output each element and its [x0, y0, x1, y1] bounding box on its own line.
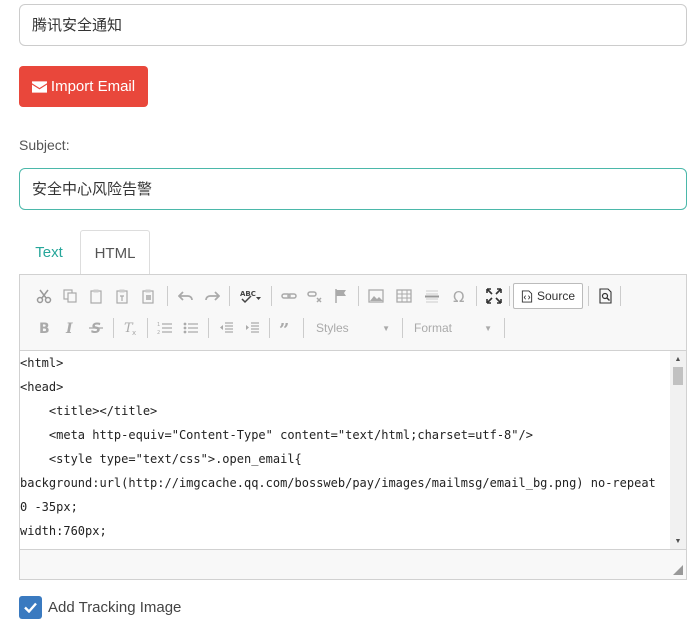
toolbar-row-1: ABC Ω Source	[20, 280, 686, 312]
envelope-icon	[31, 80, 47, 93]
resize-grip-icon[interactable]	[673, 565, 683, 575]
source-icon	[521, 289, 533, 303]
svg-text:B: B	[39, 321, 50, 336]
styles-label: Styles	[316, 321, 349, 335]
svg-text:”: ”	[279, 320, 289, 336]
paste-icon[interactable]	[84, 284, 108, 308]
svg-text:ABC: ABC	[240, 290, 256, 298]
preview-icon[interactable]	[594, 284, 618, 308]
styles-dropdown[interactable]: Styles ▼	[308, 317, 396, 339]
blockquote-icon[interactable]: ”	[275, 316, 299, 340]
editor-toolbar: ABC Ω Source B I S T x 1 2 ” Styles ▼ Fo…	[20, 275, 686, 350]
special-char-icon[interactable]: Ω	[448, 284, 472, 308]
italic-icon[interactable]: I	[58, 316, 82, 340]
paste-text-icon[interactable]	[110, 284, 134, 308]
checkmark-icon	[24, 602, 37, 613]
toolbar-row-2: B I S Tx 12 ” Styles ▼ Format ▼	[20, 312, 686, 344]
paste-word-icon[interactable]	[136, 284, 160, 308]
tracking-option: Add Tracking Image	[19, 595, 181, 619]
copy-icon[interactable]	[58, 284, 82, 308]
format-label: Format	[414, 321, 453, 335]
source-code-area[interactable]: <html> <head> <title></title> <meta http…	[20, 350, 686, 550]
cut-icon[interactable]	[32, 284, 56, 308]
import-email-label: Import Email	[50, 78, 136, 95]
tab-html[interactable]: HTML	[80, 230, 150, 275]
chevron-down-icon: ▼	[382, 323, 390, 333]
spellcheck-icon[interactable]: ABC	[236, 284, 266, 308]
tracking-label: Add Tracking Image	[48, 598, 182, 616]
table-icon[interactable]	[392, 284, 416, 308]
svg-text:I: I	[65, 321, 73, 336]
strikethrough-icon[interactable]: S	[84, 316, 108, 340]
source-code-text: <html> <head> <title></title> <meta http…	[20, 356, 656, 549]
svg-text:x: x	[132, 329, 136, 336]
bullet-list-icon[interactable]	[179, 316, 203, 340]
format-dropdown[interactable]: Format ▼	[406, 317, 498, 339]
email-template-field[interactable]: 腾讯安全通知	[19, 4, 687, 46]
bold-icon[interactable]: B	[32, 316, 56, 340]
svg-text:Ω: Ω	[453, 288, 464, 304]
link-icon[interactable]	[277, 284, 301, 308]
indent-icon[interactable]	[240, 316, 264, 340]
svg-text:2: 2	[157, 330, 160, 336]
maximize-icon[interactable]	[482, 284, 506, 308]
horizontal-rule-icon[interactable]	[420, 284, 444, 308]
source-button[interactable]: Source	[513, 283, 583, 309]
svg-text:1: 1	[157, 322, 160, 328]
scroll-thumb[interactable]	[673, 367, 683, 385]
editor-tabs: Text HTML	[19, 230, 687, 275]
image-icon[interactable]	[364, 284, 388, 308]
tracking-checkbox[interactable]	[19, 595, 42, 619]
scroll-down-icon[interactable]: ▼	[670, 534, 686, 548]
anchor-flag-icon[interactable]	[329, 284, 353, 308]
html-editor: ABC Ω Source B I S T x 1 2 ” Styles ▼ Fo…	[19, 274, 687, 580]
undo-icon[interactable]	[174, 284, 198, 308]
source-label: Source	[536, 289, 576, 303]
chevron-down-icon: ▼	[484, 323, 492, 333]
redo-icon[interactable]	[200, 284, 224, 308]
subject-input[interactable]: 安全中心风险告警	[19, 168, 687, 210]
tab-text[interactable]: Text	[19, 230, 79, 274]
outdent-icon[interactable]	[214, 316, 238, 340]
remove-format-icon[interactable]: Tx	[119, 316, 143, 340]
vertical-scrollbar[interactable]: ▲ ▼	[670, 351, 686, 549]
subject-label: Subject:	[19, 137, 70, 153]
numbered-list-icon[interactable]: 12	[153, 316, 177, 340]
import-email-button[interactable]: Import Email	[19, 66, 148, 107]
unlink-icon[interactable]	[303, 284, 327, 308]
scroll-up-icon[interactable]: ▲	[670, 352, 686, 366]
